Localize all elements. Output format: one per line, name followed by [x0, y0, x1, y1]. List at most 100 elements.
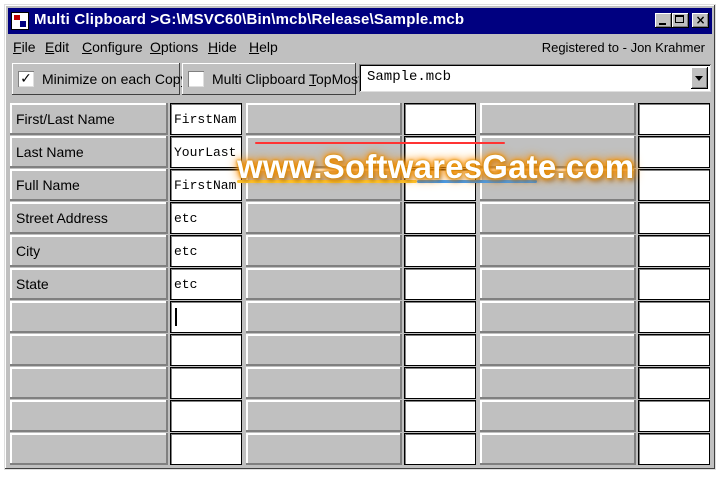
grid-row-label[interactable]: Street Address [10, 202, 168, 234]
grid-extra-label[interactable] [480, 301, 636, 333]
dropdown-arrow-icon[interactable] [691, 67, 708, 89]
grid-row-value[interactable] [170, 400, 242, 432]
grid-extra-value[interactable] [404, 367, 476, 399]
grid-row-label[interactable] [10, 400, 168, 432]
grid-extra-value[interactable] [404, 268, 476, 300]
grid-row-value[interactable] [170, 334, 242, 366]
menu-hide[interactable]: Hide [208, 39, 237, 55]
grid-row-value[interactable]: etc [170, 268, 242, 300]
topmost-checkbox[interactable]: Multi Clipboard TopMost [182, 63, 362, 95]
grid-extra-label[interactable] [246, 301, 402, 333]
grid-extra-label[interactable] [246, 334, 402, 366]
menu-configure-accel: C [82, 39, 93, 55]
menu-bar: File Edit Configure Options Hide Help Re… [8, 36, 712, 58]
grid-row-value[interactable] [170, 367, 242, 399]
grid-extra-value[interactable] [638, 169, 710, 201]
grid-extra-value[interactable] [404, 301, 476, 333]
grid-extra-value[interactable] [638, 367, 710, 399]
menu-file-label: ile [21, 39, 36, 55]
window-title: Multi Clipboard >G:\MSVC60\Bin\mcb\Relea… [34, 11, 465, 28]
menu-help-accel: H [249, 39, 260, 55]
menu-configure-label: onfigure [92, 39, 143, 55]
app-icon[interactable] [11, 12, 29, 30]
close-button[interactable]: × [692, 13, 709, 28]
grid-extra-value[interactable] [638, 334, 710, 366]
minimize-on-copy-checkbox[interactable]: ✓ Minimize on each Copy [12, 63, 188, 95]
grid-extra-value[interactable] [404, 400, 476, 432]
grid-extra-value[interactable] [404, 235, 476, 267]
grid-extra-label[interactable] [246, 103, 402, 135]
grid-extra-label[interactable] [246, 400, 402, 432]
grid-extra-value[interactable] [638, 268, 710, 300]
minimize-on-copy-label: Minimize on each Copy [42, 71, 188, 87]
grid-extra-value[interactable] [638, 235, 710, 267]
grid-extra-label[interactable] [480, 433, 636, 465]
menu-configure[interactable]: Configure [82, 39, 143, 55]
menu-hide-accel: H [208, 39, 219, 55]
grid-extra-value[interactable] [638, 301, 710, 333]
grid-row-value[interactable]: etc [170, 202, 242, 234]
grid-row-value[interactable] [170, 301, 242, 333]
grid-extra-label[interactable] [246, 268, 402, 300]
minimize-button[interactable] [655, 13, 672, 28]
grid-row-label[interactable] [10, 334, 168, 366]
grid-extra-value[interactable] [404, 334, 476, 366]
grid-row-value[interactable] [170, 433, 242, 465]
file-combobox[interactable]: Sample.mcb [359, 64, 711, 92]
grid-row-label[interactable]: Last Name [10, 136, 168, 168]
menu-help[interactable]: Help [249, 39, 278, 55]
text-caret [175, 308, 177, 326]
grid-extra-value[interactable] [638, 433, 710, 465]
grid-row-value[interactable]: FirstNam [170, 169, 242, 201]
close-icon: × [695, 13, 706, 27]
main-window: Multi Clipboard >G:\MSVC60\Bin\mcb\Relea… [4, 4, 716, 470]
maximize-button[interactable] [672, 13, 689, 28]
grid-row-label[interactable] [10, 433, 168, 465]
grid-extra-label[interactable] [480, 334, 636, 366]
file-combobox-value: Sample.mcb [367, 69, 452, 85]
grid-extra-value[interactable] [404, 433, 476, 465]
title-bar[interactable]: Multi Clipboard >G:\MSVC60\Bin\mcb\Relea… [8, 8, 712, 34]
topmost-label-pre: Multi Clipboard [212, 71, 310, 87]
topmost-label-post: opMost [316, 71, 362, 87]
grid-extra-label[interactable] [480, 235, 636, 267]
grid-row-label[interactable] [10, 367, 168, 399]
toolbar: ✓ Minimize on each Copy Multi Clipboard … [8, 61, 712, 99]
grid-extra-value[interactable] [404, 202, 476, 234]
grid-row-label[interactable]: City [10, 235, 168, 267]
menu-file[interactable]: File [13, 39, 36, 55]
grid-row-value[interactable]: FirstNam [170, 103, 242, 135]
grid-extra-label[interactable] [246, 367, 402, 399]
maximize-icon [675, 15, 684, 23]
grid-extra-label[interactable] [480, 268, 636, 300]
minimize-icon [659, 23, 666, 25]
grid-extra-label[interactable] [480, 103, 636, 135]
grid-extra-label[interactable] [480, 202, 636, 234]
checkbox-unchecked-icon[interactable] [188, 71, 204, 87]
grid-row-label[interactable] [10, 301, 168, 333]
grid-row-label[interactable]: Full Name [10, 169, 168, 201]
menu-edit[interactable]: Edit [45, 39, 69, 55]
grid-row-value[interactable]: YourLast [170, 136, 242, 168]
menu-options-label: ptions [160, 39, 199, 55]
grid-row-value[interactable]: etc [170, 235, 242, 267]
grid-extra-value[interactable] [638, 400, 710, 432]
grid-extra-label[interactable] [480, 400, 636, 432]
grid-extra-label[interactable] [246, 235, 402, 267]
grid-extra-label[interactable] [246, 202, 402, 234]
grid-extra-label[interactable] [246, 433, 402, 465]
grid-extra-value[interactable] [638, 136, 710, 168]
grid-row-label[interactable]: First/Last Name [10, 103, 168, 135]
menu-edit-label: dit [54, 39, 70, 55]
grid-extra-label[interactable] [480, 367, 636, 399]
menu-options[interactable]: Options [150, 39, 198, 55]
grid-extra-value[interactable] [404, 103, 476, 135]
grid-row-label[interactable]: State [10, 268, 168, 300]
registration-text: Registered to - Jon Krahmer [541, 40, 705, 55]
menu-file-accel: F [13, 39, 22, 55]
watermark-text: www.SoftwaresGate.com [237, 148, 635, 185]
grid-extra-value[interactable] [638, 202, 710, 234]
grid-extra-value[interactable] [638, 103, 710, 135]
topmost-label: Multi Clipboard TopMost [212, 71, 362, 87]
checkbox-checked-icon[interactable]: ✓ [18, 71, 34, 87]
